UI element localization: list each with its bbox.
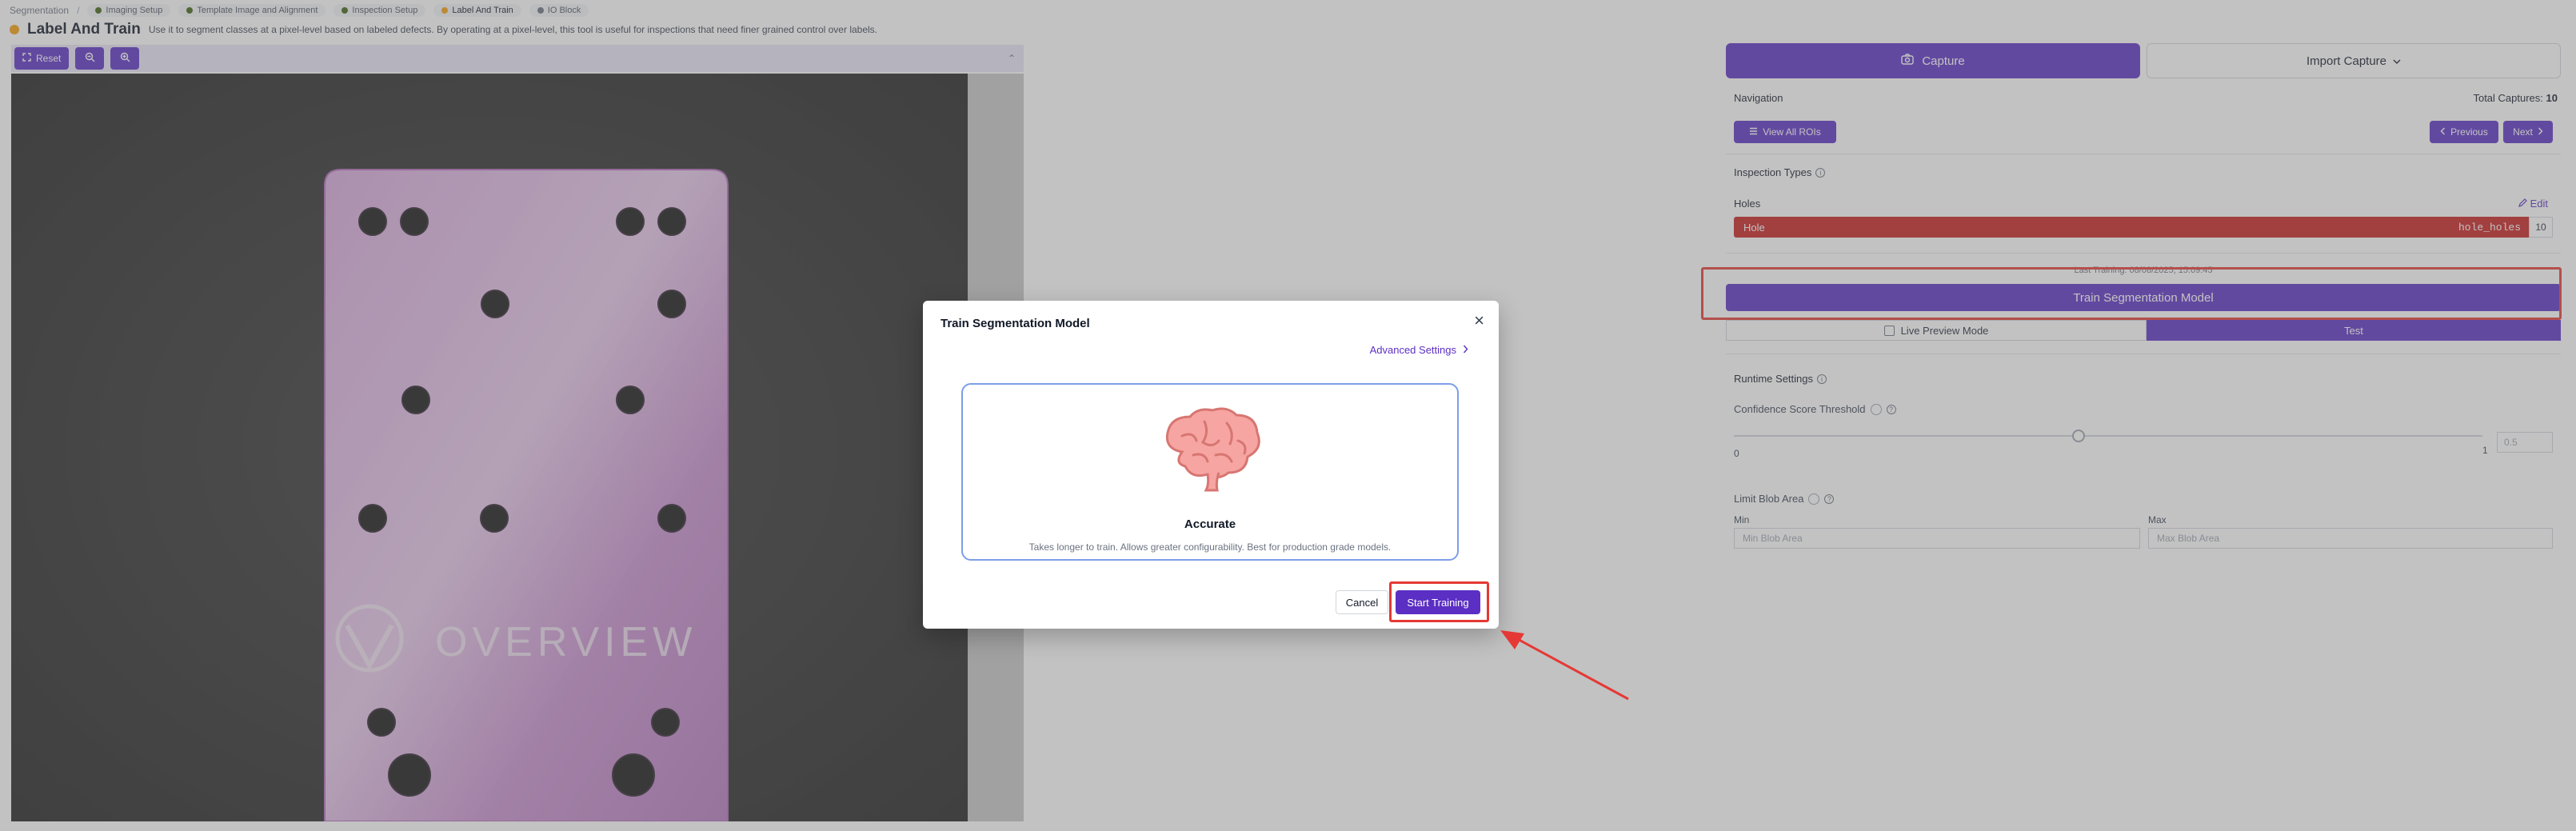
accurate-model-option[interactable]: Accurate Takes longer to train. Allows g…: [961, 383, 1459, 561]
option-description: Takes longer to train. Allows greater co…: [1028, 541, 1392, 553]
chevron-right-icon: [1463, 344, 1468, 356]
option-title: Accurate: [1184, 517, 1236, 531]
annotation-arrow-icon: [1500, 630, 1629, 701]
cancel-button[interactable]: Cancel: [1336, 590, 1388, 614]
close-icon[interactable]: ×: [1474, 312, 1484, 330]
dialog-title: Train Segmentation Model: [941, 317, 1090, 330]
train-model-dialog: Train Segmentation Model × Advanced Sett…: [923, 301, 1499, 629]
advanced-settings-link[interactable]: Advanced Settings: [1370, 344, 1468, 356]
brain-icon: [1165, 407, 1260, 492]
annotation-highlight-start: [1389, 581, 1489, 622]
